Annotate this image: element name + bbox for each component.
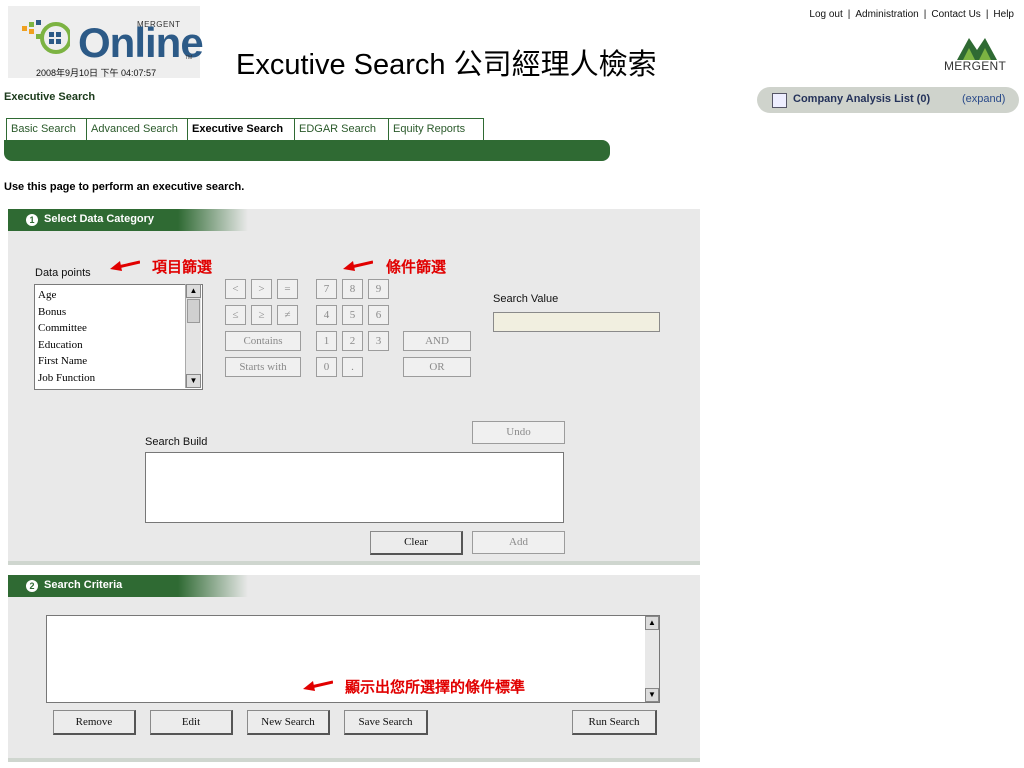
contact-us-link[interactable]: Contact Us: [931, 9, 980, 20]
page-title: Excutive Search 公司經理人檢索: [236, 49, 657, 81]
panel-title: Select Data Category: [44, 213, 155, 225]
key-7-button[interactable]: 7: [316, 279, 337, 299]
criteria-scrollbar[interactable]: ▲ ▼: [645, 616, 659, 702]
operator-lte-button[interactable]: ≤: [225, 305, 246, 325]
clear-button[interactable]: Clear: [370, 531, 463, 555]
mergent-brand: MERGENT: [944, 59, 1007, 73]
logout-link[interactable]: Log out: [809, 9, 842, 20]
tab-advanced-search[interactable]: Advanced Search: [86, 118, 190, 140]
operator-equals-button[interactable]: =: [277, 279, 298, 299]
operator-less-than-button[interactable]: <: [225, 279, 246, 299]
company-analysis-list-label: Company Analysis List (0): [793, 93, 931, 105]
operator-greater-than-button[interactable]: >: [251, 279, 272, 299]
logo-tm: TM: [185, 55, 193, 61]
search-value-input[interactable]: [493, 312, 660, 332]
key-4-button[interactable]: 4: [316, 305, 337, 325]
scroll-up-icon[interactable]: ▲: [645, 616, 659, 630]
key-0-button[interactable]: 0: [316, 357, 337, 377]
administration-link[interactable]: Administration: [855, 9, 918, 20]
data-points-listbox[interactable]: Age Bonus Committee Education First Name…: [34, 284, 203, 390]
key-9-button[interactable]: 9: [368, 279, 389, 299]
expand-link[interactable]: (expand): [962, 93, 1005, 105]
annotation-condition-filter: 條件篩選: [386, 258, 447, 276]
annotation-arrow-icon: [343, 260, 373, 271]
panel-header: 2 Search Criteria: [8, 575, 700, 597]
key-2-button[interactable]: 2: [342, 331, 363, 351]
step-number-badge: 1: [26, 214, 38, 226]
panel-header: 1 Select Data Category: [8, 209, 700, 231]
tab-equity-reports[interactable]: Equity Reports: [388, 118, 484, 140]
annotation-shows-criteria: 顯示出您所選擇的條件標準: [345, 678, 526, 696]
tab-bar: [4, 140, 610, 161]
annotation-items-filter: 項目篩選: [152, 258, 213, 276]
search-value-label: Search Value: [493, 293, 559, 305]
contains-button[interactable]: Contains: [225, 331, 301, 351]
run-search-button[interactable]: Run Search: [572, 710, 657, 735]
logo-online-text: Online: [78, 19, 204, 66]
tab-basic-search[interactable]: Basic Search: [6, 118, 89, 140]
save-search-button[interactable]: Save Search: [344, 710, 428, 735]
key-5-button[interactable]: 5: [342, 305, 363, 325]
and-button[interactable]: AND: [403, 331, 471, 351]
logo-dots-icon: [22, 20, 70, 54]
logo-datetime: 2008年9月10日 下午 04:07:57: [36, 68, 157, 78]
edit-button[interactable]: Edit: [150, 710, 233, 735]
tab-executive-search[interactable]: Executive Search: [187, 118, 297, 140]
remove-button[interactable]: Remove: [53, 710, 136, 735]
annotation-arrow-icon: [303, 680, 333, 691]
page-heading: Executive Search: [4, 91, 96, 103]
scroll-down-icon[interactable]: ▼: [186, 374, 201, 388]
key-decimal-button[interactable]: .: [342, 357, 363, 377]
list-icon: [772, 93, 787, 108]
data-points-scrollbar[interactable]: ▲ ▼: [185, 284, 201, 388]
key-6-button[interactable]: 6: [368, 305, 389, 325]
key-8-button[interactable]: 8: [342, 279, 363, 299]
operator-not-equal-button[interactable]: ≠: [277, 305, 298, 325]
instructions-text: Use this page to perform an executive se…: [4, 181, 245, 193]
panel-title: Search Criteria: [44, 579, 123, 591]
data-points-label: Data points: [35, 267, 91, 279]
list-item[interactable]: Age: [38, 287, 199, 304]
add-button[interactable]: Add: [472, 531, 565, 554]
key-3-button[interactable]: 3: [368, 331, 389, 351]
list-item[interactable]: Education: [38, 337, 199, 354]
list-item[interactable]: First Name: [38, 353, 199, 370]
key-1-button[interactable]: 1: [316, 331, 337, 351]
new-search-button[interactable]: New Search: [247, 710, 330, 735]
scroll-thumb[interactable]: [187, 299, 200, 323]
tab-edgar-search[interactable]: EDGAR Search: [294, 118, 391, 140]
or-button[interactable]: OR: [403, 357, 471, 377]
undo-button[interactable]: Undo: [472, 421, 565, 444]
starts-with-button[interactable]: Starts with: [225, 357, 301, 377]
scroll-up-icon[interactable]: ▲: [186, 284, 201, 298]
search-build-textarea[interactable]: [145, 452, 564, 523]
scroll-down-icon[interactable]: ▼: [645, 688, 659, 702]
operator-gte-button[interactable]: ≥: [251, 305, 272, 325]
mergent-mountain-icon: [957, 38, 997, 60]
search-build-label: Search Build: [145, 436, 208, 448]
annotation-arrow-icon: [110, 260, 140, 271]
list-item[interactable]: Job Function: [38, 370, 199, 387]
list-item[interactable]: Bonus: [38, 304, 199, 321]
step-number-badge: 2: [26, 580, 38, 592]
help-link[interactable]: Help: [993, 9, 1014, 20]
top-links: Log out | Administration | Contact Us | Help: [809, 9, 1014, 20]
list-item[interactable]: Committee: [38, 320, 199, 337]
